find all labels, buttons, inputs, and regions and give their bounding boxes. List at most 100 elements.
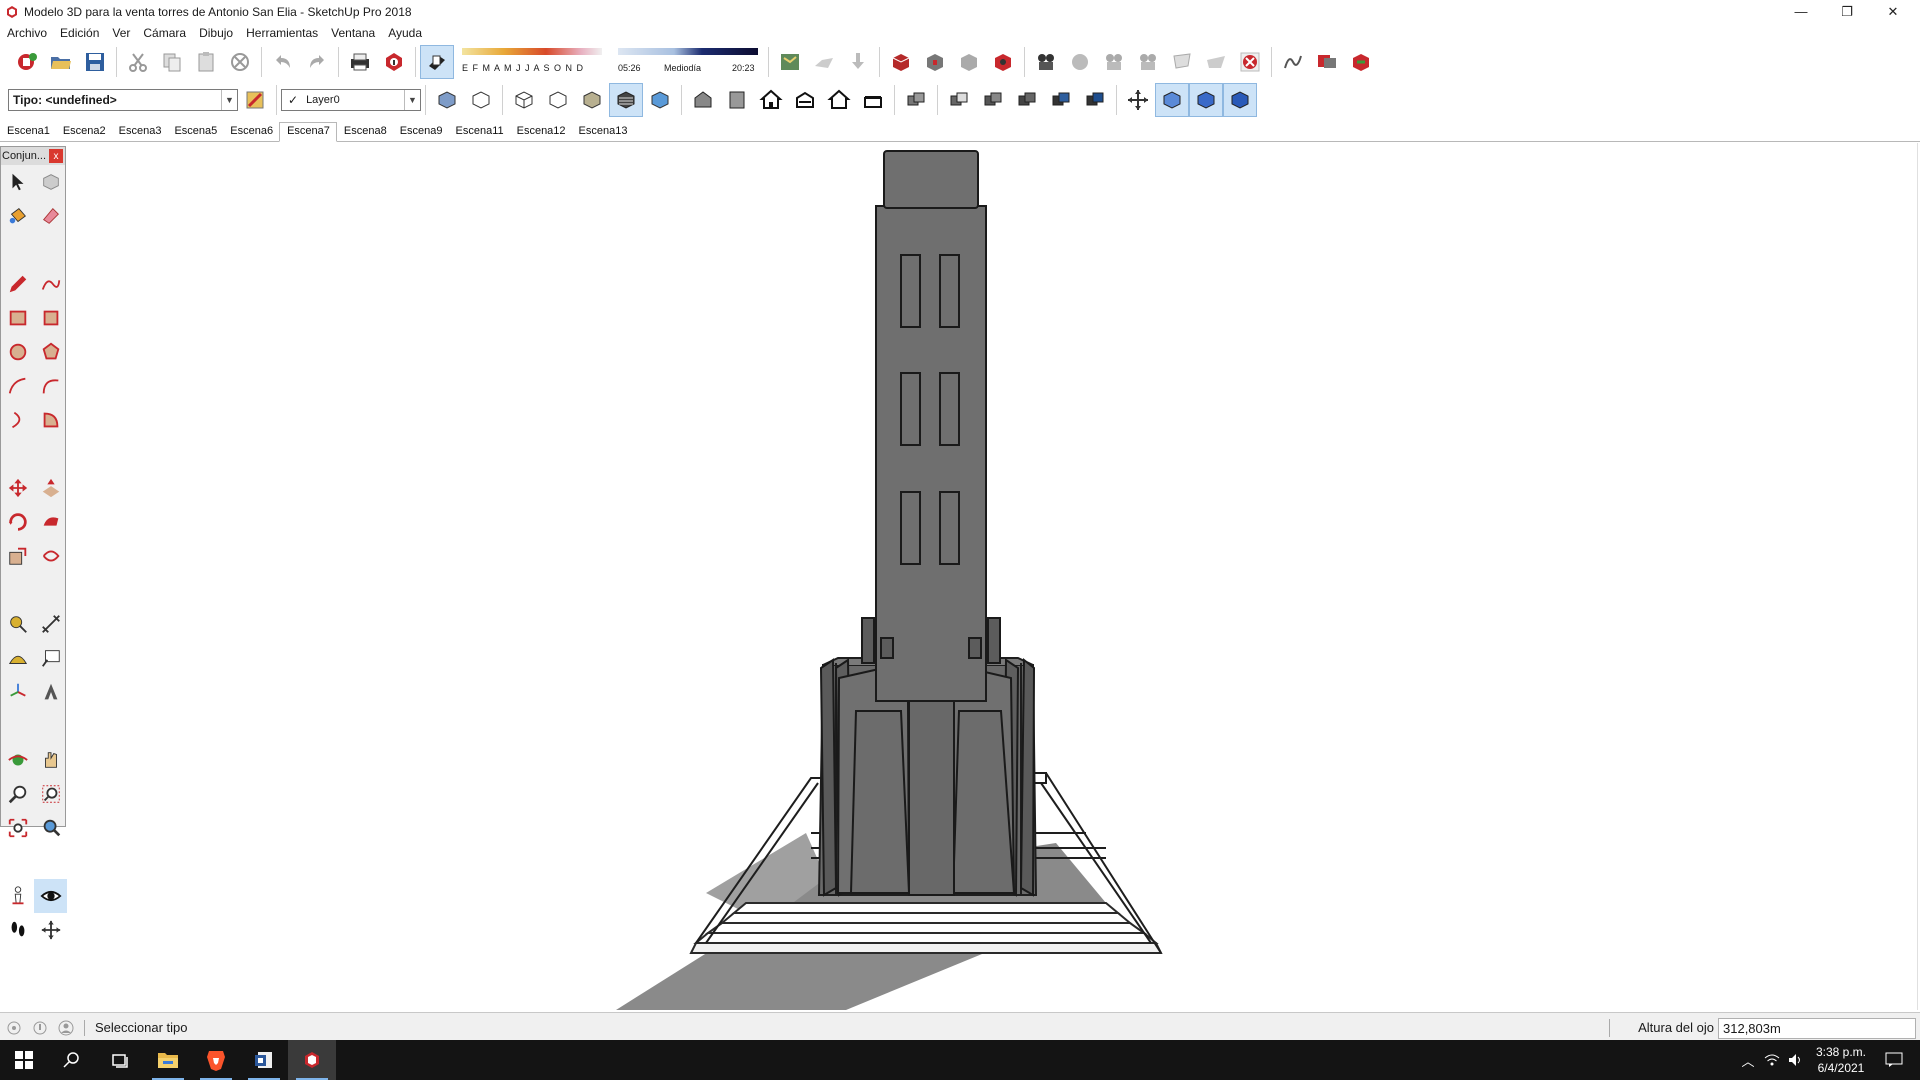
split-button[interactable] [1078,83,1112,117]
extension-warehouse-button[interactable] [986,45,1020,79]
animation-button[interactable] [1029,45,1063,79]
right-view-button[interactable] [788,83,822,117]
position-camera-button[interactable] [1,879,34,913]
style-update-button[interactable] [238,83,272,117]
warehouse-button[interactable] [884,45,918,79]
back-view-button[interactable] [822,83,856,117]
scene-tab[interactable]: Escena12 [510,125,572,141]
model-info-button[interactable] [377,45,411,79]
scene-tab[interactable]: Escena2 [56,125,112,141]
two-point-arc-button[interactable] [34,369,67,403]
top-view-button[interactable] [720,83,754,117]
shaded-button[interactable] [575,83,609,117]
erase-selection-button[interactable] [223,45,257,79]
union-button[interactable] [942,83,976,117]
print-button[interactable] [343,45,377,79]
offset-tool-button[interactable] [34,539,67,573]
rectangle-tool-button[interactable] [1,301,34,335]
render-sphere-button[interactable] [1063,45,1097,79]
3d-text-button[interactable] [34,675,67,709]
wifi-icon[interactable] [1760,1053,1784,1067]
intersect-button[interactable] [1044,83,1078,117]
taskbar-clock[interactable]: 3:38 p.m. 6/4/2021 [1816,1044,1866,1076]
axes-tool-button[interactable] [1,675,34,709]
scene-tab[interactable]: Escena1 [0,125,56,141]
rotated-rectangle-button[interactable] [34,301,67,335]
scene-tab[interactable]: Escena13 [572,125,634,141]
render-camera-button[interactable] [1131,45,1165,79]
geo-location-button[interactable] [773,45,807,79]
zoom-extents-button[interactable] [1,811,34,845]
credits-status-icon[interactable] [32,1020,48,1036]
photo-texture-button[interactable] [841,45,875,79]
text-tool-button[interactable] [34,641,67,675]
time-slider-track[interactable] [618,47,758,55]
zoom-tool-button[interactable] [1,777,34,811]
shadows-toggle-button[interactable] [420,44,454,79]
hidden-line-button[interactable] [541,83,575,117]
open-file-button[interactable] [44,45,78,79]
move-tool-button[interactable] [1,471,34,505]
menu-camara[interactable]: Cámara [136,26,192,40]
volume-icon[interactable] [1784,1053,1808,1067]
menu-ventana[interactable]: Ventana [324,26,381,40]
orbit-tool-button[interactable] [1,743,34,777]
share-component-button[interactable] [952,45,986,79]
freehand-tool-button[interactable] [34,267,67,301]
add-location-button[interactable] [807,45,841,79]
dimension-tool-button[interactable] [34,607,67,641]
scene-tab[interactable]: Escena9 [393,125,449,141]
section-plane-button[interactable] [1121,83,1155,117]
render-plane-button[interactable] [1199,45,1233,79]
word-taskbar[interactable] [240,1040,288,1080]
close-button[interactable]: ✕ [1870,0,1916,23]
menu-archivo[interactable]: Archivo [0,26,53,40]
menu-dibujo[interactable]: Dibujo [192,26,239,40]
menu-ayuda[interactable]: Ayuda [381,26,428,40]
xray-button[interactable] [430,83,464,117]
stop-render-button[interactable] [1233,45,1267,79]
push-pull-button[interactable] [34,471,67,505]
chevron-up-icon[interactable]: ︿ [1736,1051,1760,1070]
subtract-button[interactable] [976,83,1010,117]
section-plane-tool-button[interactable] [34,913,67,947]
scale-tool-button[interactable] [1,539,34,573]
minimize-button[interactable]: — [1778,0,1824,23]
menu-herramientas[interactable]: Herramientas [239,26,324,40]
three-point-arc-button[interactable] [1,403,34,437]
undo-button[interactable] [266,45,300,79]
back-edges-button[interactable] [464,83,498,117]
scene-tab[interactable]: Escena5 [167,125,223,141]
menu-ver[interactable]: Ver [105,26,136,40]
monochrome-button[interactable] [643,83,677,117]
layer-select[interactable]: ✓ Layer0 ▼ [281,88,421,111]
scene-tab[interactable]: Escena6 [223,125,279,141]
render-film-button[interactable] [1097,45,1131,79]
display-section-cuts-button[interactable] [1189,82,1223,117]
wireframe-button[interactable] [507,83,541,117]
redo-button[interactable] [300,45,334,79]
front-view-button[interactable] [754,83,788,117]
display-section-fill-button[interactable] [1223,82,1257,117]
previous-view-button[interactable] [34,811,67,845]
eraser-button[interactable] [34,199,67,233]
make-component-button[interactable] [34,165,67,199]
cut-button[interactable] [121,45,155,79]
trim-button[interactable] [1010,83,1044,117]
brave-browser-taskbar[interactable] [192,1040,240,1080]
scene-tab-active[interactable]: Escena7 [279,122,337,142]
arc-tool-button[interactable] [1,369,34,403]
start-button[interactable] [0,1040,48,1080]
walk-tool-button[interactable] [1,913,34,947]
copy-button[interactable] [155,45,189,79]
layout-send-button[interactable] [1310,45,1344,79]
select-tool-button[interactable] [1,165,34,199]
save-button[interactable] [78,45,112,79]
zoom-window-button[interactable] [34,777,67,811]
pie-tool-button[interactable] [34,403,67,437]
search-button[interactable] [48,1040,96,1080]
sandbox-button[interactable] [1276,45,1310,79]
new-file-button[interactable] [10,45,44,79]
look-around-button[interactable] [34,879,67,913]
rotate-tool-button[interactable] [1,505,34,539]
